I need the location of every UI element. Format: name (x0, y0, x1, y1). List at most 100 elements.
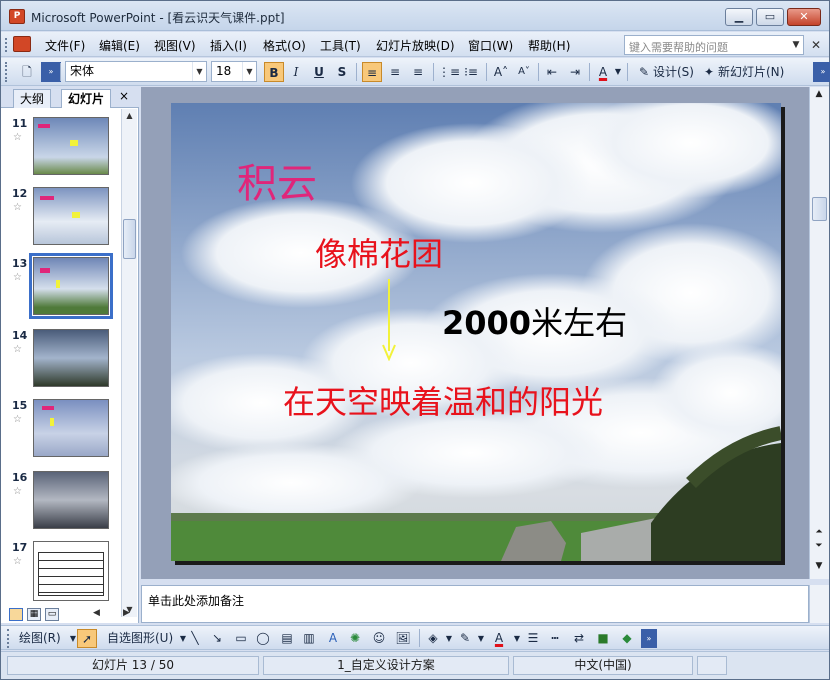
menu-slideshow[interactable]: 幻灯片放映(D) (376, 37, 455, 54)
minimize-button[interactable]: ▁ (725, 8, 753, 26)
chevron-down-icon[interactable]: ▼ (473, 629, 489, 648)
toolbar-options-icon[interactable]: » (641, 629, 657, 648)
new-slide-icon[interactable]: ✦ (699, 62, 719, 82)
chevron-down-icon[interactable]: ▼ (788, 35, 804, 55)
diagram-icon[interactable]: ✺ (347, 629, 363, 648)
line-tool-icon[interactable]: ╲ (187, 629, 203, 648)
slide-thumbnail[interactable] (33, 541, 109, 601)
menu-window[interactable]: 窗口(W) (468, 37, 513, 54)
slide-thumbnail[interactable] (33, 117, 109, 175)
slide-thumbnail-row[interactable]: 17 ☆ (1, 541, 123, 607)
numbered-list-icon[interactable]: ⋮≡ (438, 62, 460, 82)
scroll-up-icon[interactable]: ▲ (122, 109, 137, 123)
menu-tools[interactable]: 工具(T) (320, 37, 361, 54)
document-icon[interactable] (13, 36, 31, 52)
previous-slide-icon[interactable]: ⏶ (810, 527, 828, 537)
arrow-tool-icon[interactable]: ↘ (209, 629, 225, 648)
document-close-icon[interactable]: ✕ (811, 38, 821, 52)
new-slide-button[interactable]: 新幻灯片(N) (718, 62, 784, 82)
dash-style-icon[interactable]: ┅ (547, 629, 563, 648)
chevron-down-icon[interactable]: ▼ (613, 62, 623, 82)
menu-view[interactable]: 视图(V) (154, 37, 196, 54)
font-name-select[interactable]: 宋体 ▼ (65, 61, 207, 82)
slide-thumbnail[interactable] (33, 471, 109, 529)
slide-thumbnail[interactable] (33, 187, 109, 245)
menu-insert[interactable]: 插入(I) (210, 37, 247, 54)
status-design-name[interactable]: 1_自定义设计方案 (263, 656, 509, 675)
scroll-up-icon[interactable]: ▲ (810, 89, 828, 99)
slide-thumbnail[interactable] (33, 399, 109, 457)
slide-thumbnail-selected[interactable] (29, 253, 113, 319)
oval-tool-icon[interactable]: ◯ (255, 629, 271, 648)
menu-grip[interactable] (5, 38, 9, 52)
font-color-icon[interactable]: A (491, 629, 507, 648)
decrease-indent-icon[interactable]: ⇤ (542, 62, 562, 82)
slideshow-icon[interactable]: ▭ (45, 608, 59, 621)
design-icon[interactable]: ✎ (634, 62, 654, 82)
menu-format[interactable]: 格式(O) (263, 37, 306, 54)
help-search-input[interactable]: 键入需要帮助的问题 (624, 35, 804, 55)
line-style-icon[interactable]: ☰ (525, 629, 541, 648)
align-right-icon[interactable]: ≡ (408, 62, 428, 82)
3d-style-icon[interactable]: ◆ (619, 629, 635, 648)
menu-edit[interactable]: 编辑(E) (99, 37, 140, 54)
slide-sorter-icon[interactable]: ▦ (27, 608, 41, 621)
slide-height-label[interactable]: 2000米左右 (442, 298, 627, 344)
scroll-left-icon[interactable]: ◀ (93, 608, 100, 618)
autoshapes-button[interactable]: 自选图形(U) (107, 629, 173, 648)
slide-thumbnail-row[interactable]: 16 ☆ (1, 471, 123, 537)
italic-button[interactable]: I (286, 62, 306, 82)
slide-thumbnail-row[interactable]: 14 ☆ (1, 329, 123, 395)
slide-line-cotton[interactable]: 像棉花团 (315, 229, 443, 275)
tab-slides[interactable]: 幻灯片 (61, 89, 112, 108)
scroll-right-icon[interactable]: ▶ (123, 608, 130, 618)
scroll-thumb[interactable] (812, 197, 827, 221)
draw-menu-button[interactable]: 绘图(R) (19, 629, 61, 648)
new-document-icon[interactable]: 🗋 (17, 62, 37, 82)
wordart-icon[interactable]: A (325, 629, 341, 648)
shadow-button[interactable]: S (332, 62, 352, 82)
clipart-icon[interactable]: ☺ (371, 629, 387, 648)
design-button[interactable]: 设计(S) (653, 62, 694, 82)
textbox-icon[interactable]: ▤ (279, 629, 295, 648)
decrease-font-icon[interactable]: A˅ (514, 62, 534, 82)
slide-canvas[interactable]: 积云 像棉花团 2000米左右 在天空映着温和的阳光 (171, 103, 781, 561)
menu-help[interactable]: 帮助(H) (528, 37, 570, 54)
next-slide-icon[interactable]: ⏷ (810, 541, 828, 551)
line-color-icon[interactable]: ✎ (457, 629, 473, 648)
slide-thumbnail-row[interactable]: 12 ☆ (1, 187, 123, 253)
rectangle-tool-icon[interactable]: ▭ (233, 629, 249, 648)
align-left-icon[interactable]: ≡ (362, 62, 382, 82)
toolbar-options-icon[interactable]: » (41, 62, 61, 82)
close-button[interactable]: ✕ (787, 8, 821, 26)
align-center-icon[interactable]: ≡ (385, 62, 405, 82)
underline-button[interactable]: U (309, 62, 329, 82)
increase-indent-icon[interactable]: ⇥ (565, 62, 585, 82)
down-arrow-shape[interactable] (382, 279, 396, 361)
slide-thumbnail-row[interactable]: 11 ☆ (1, 117, 123, 183)
powerpoint-app-icon[interactable]: P (9, 9, 25, 24)
insert-picture-icon[interactable]: 🖼 (395, 629, 411, 648)
chevron-down-icon[interactable]: ▼ (242, 62, 256, 81)
select-pointer-icon[interactable]: ➚ (77, 629, 97, 648)
slide-thumbnail-row[interactable]: 13 ☆ (1, 253, 123, 323)
bold-button[interactable]: B (264, 62, 284, 82)
arrow-style-icon[interactable]: ⇄ (571, 629, 587, 648)
slide-thumbnail[interactable] (33, 329, 109, 387)
slide-thumbnail-row[interactable]: 15 ☆ (1, 399, 123, 465)
normal-view-icon[interactable] (9, 608, 23, 621)
chevron-down-icon[interactable]: ▼ (441, 629, 457, 648)
scroll-thumb[interactable] (123, 219, 136, 259)
notes-pane[interactable]: 单击此处添加备注 (141, 585, 809, 623)
tab-outline[interactable]: 大纲 (13, 89, 52, 108)
panel-scrollbar[interactable]: ▲ ▼ (121, 109, 137, 617)
font-size-select[interactable]: 18 ▼ (211, 61, 257, 82)
fill-color-icon[interactable]: ◈ (425, 629, 441, 648)
menu-file[interactable]: 文件(F) (45, 37, 85, 54)
toolbar-options-icon[interactable]: » (813, 62, 830, 82)
bulleted-list-icon[interactable]: ⁝≡ (461, 62, 481, 82)
shadow-style-icon[interactable]: ■ (595, 629, 611, 648)
scroll-down-icon[interactable]: ▼ (810, 561, 828, 571)
maximize-button[interactable]: ▭ (756, 8, 784, 26)
notes-scrollbar[interactable] (809, 585, 829, 623)
